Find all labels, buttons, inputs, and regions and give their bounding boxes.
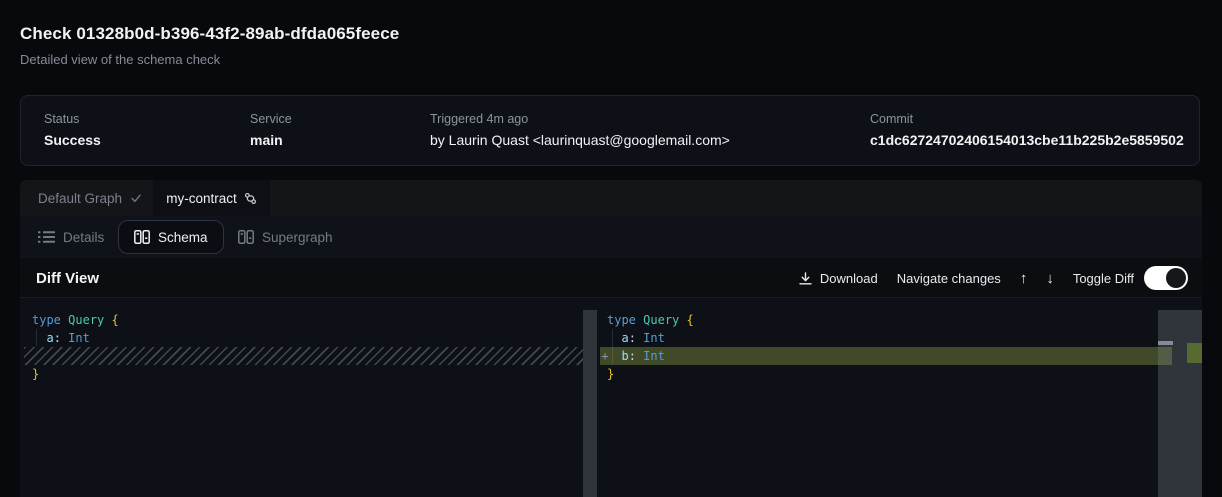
columns-icon xyxy=(134,230,150,244)
diff-code-line: } xyxy=(24,365,583,383)
triggered-label: Triggered 4m ago xyxy=(430,112,730,126)
diff-code-line: type Query { xyxy=(24,311,583,329)
diff-added-line: b: Int xyxy=(600,347,1172,365)
tab-schema-label: Schema xyxy=(158,230,208,245)
diff-code-line: } xyxy=(600,365,1172,383)
tab-supergraph-label: Supergraph xyxy=(262,230,333,245)
status-label: Status xyxy=(44,112,101,126)
schema-check-panel: Default Graph my-contract xyxy=(20,180,1202,497)
check-icon xyxy=(130,192,142,204)
left-pane-scrollbar[interactable] xyxy=(583,310,597,497)
triggered-value: by Laurin Quast <laurinquast@googlemail.… xyxy=(430,132,730,148)
triggered-column: Triggered 4m ago by Laurin Quast <laurin… xyxy=(430,112,730,148)
tab-supergraph[interactable]: Supergraph xyxy=(238,216,333,258)
right-pane-scrollbar[interactable] xyxy=(1158,310,1202,497)
download-button[interactable]: Download xyxy=(798,271,878,286)
diff-code-line: a: Int xyxy=(600,329,1172,347)
scrollbar-thumb-edge xyxy=(1158,341,1173,345)
download-label: Download xyxy=(820,271,878,286)
diff-left-code: type Query { a: Int} xyxy=(24,311,583,383)
view-tab-bar: Details Schema Supergraph xyxy=(20,216,1202,258)
tab-details-label: Details xyxy=(63,230,104,245)
tab-my-contract[interactable]: my-contract xyxy=(153,180,270,216)
page-title: Check 01328b0d-b396-43f2-89ab-dfda065fee… xyxy=(20,24,399,44)
download-icon xyxy=(798,271,813,286)
toggle-diff-switch[interactable] xyxy=(1144,266,1188,290)
diff-view-title: Diff View xyxy=(36,258,99,298)
previous-change-button[interactable]: ↑ xyxy=(1020,270,1028,287)
navigate-changes-label: Navigate changes xyxy=(897,271,1001,286)
columns-icon xyxy=(238,230,254,244)
commit-column: Commit c1dc62724702406154013cbe11b225b2e… xyxy=(870,112,1184,148)
service-label: Service xyxy=(250,112,292,126)
overview-ruler-added-marker xyxy=(1187,343,1202,363)
contract-icon xyxy=(244,192,257,205)
schema-diff-editor: type Query { a: Int} type Query { a: Int… xyxy=(20,298,1202,497)
check-summary-card: Status Success Service main Triggered 4m… xyxy=(20,95,1200,166)
commit-value: c1dc62724702406154013cbe11b225b2e5859502 xyxy=(870,132,1184,148)
graph-tab-strip: Default Graph my-contract xyxy=(20,180,1202,216)
tab-details[interactable]: Details xyxy=(38,216,104,258)
tab-schema[interactable]: Schema xyxy=(118,220,224,254)
toggle-diff-group: Toggle Diff xyxy=(1073,266,1188,290)
status-column: Status Success xyxy=(44,112,101,148)
service-column: Service main xyxy=(250,112,292,148)
status-value: Success xyxy=(44,132,101,148)
page-subtitle: Detailed view of the schema check xyxy=(20,52,220,67)
tab-default-graph[interactable]: Default Graph xyxy=(20,180,160,216)
service-value: main xyxy=(250,132,292,148)
added-line-marker: + xyxy=(596,347,614,365)
list-icon xyxy=(38,230,55,244)
diff-placeholder-line xyxy=(24,347,583,365)
diff-toolbar: Diff View Download Navigate changes ↑ ↓ … xyxy=(20,258,1202,298)
tab-default-graph-label: Default Graph xyxy=(38,191,122,206)
next-change-button[interactable]: ↓ xyxy=(1046,270,1054,287)
commit-label: Commit xyxy=(870,112,1184,126)
diff-code-line: type Query { xyxy=(600,311,1172,329)
diff-controls: Download Navigate changes ↑ ↓ Toggle Dif… xyxy=(798,258,1188,298)
diff-right-code: type Query { a: Int b: Int} xyxy=(600,311,1172,383)
tab-my-contract-label: my-contract xyxy=(166,191,237,206)
toggle-diff-label: Toggle Diff xyxy=(1073,271,1134,286)
diff-code-line: a: Int xyxy=(24,329,583,347)
toggle-knob xyxy=(1166,268,1186,288)
